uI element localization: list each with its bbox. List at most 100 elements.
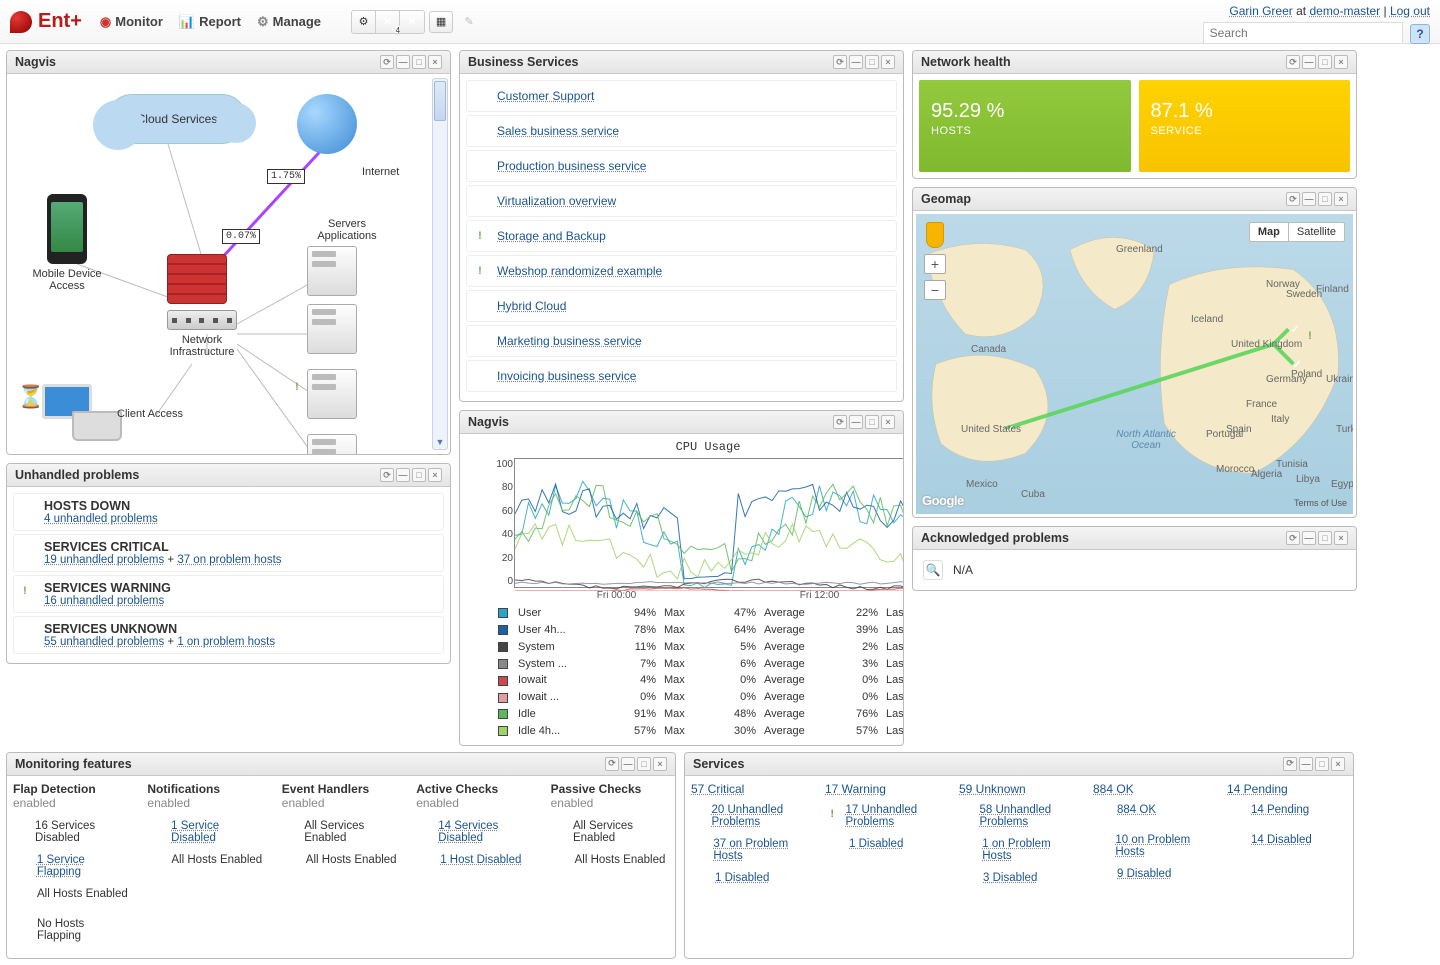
feature-link[interactable]: 14 Services Disabled xyxy=(438,820,534,844)
widget-close[interactable]: × xyxy=(1331,757,1345,771)
nav-report[interactable]: 📊Report xyxy=(179,14,241,30)
widget-min[interactable]: — xyxy=(621,757,635,771)
widget-max[interactable]: □ xyxy=(865,55,879,69)
problem-link[interactable]: 16 unhandled problems xyxy=(44,595,164,607)
widget-min[interactable]: — xyxy=(849,415,863,429)
service-link[interactable]: Webshop randomized example xyxy=(497,264,662,278)
services-header-link[interactable]: 59 Unknown xyxy=(959,782,1026,796)
service-stat-link[interactable]: 884 OK xyxy=(1117,804,1156,816)
widget-refresh[interactable]: ⟳ xyxy=(833,55,847,69)
widget-refresh[interactable]: ⟳ xyxy=(605,757,619,771)
services-header-link[interactable]: 17 Warning xyxy=(825,782,886,796)
service-link[interactable]: Customer Support xyxy=(497,89,594,103)
problem-link[interactable]: 37 on problem hosts xyxy=(177,554,281,566)
pegman-icon[interactable] xyxy=(926,222,944,248)
service-stat-link[interactable]: 1 on Problem Hosts xyxy=(982,838,1079,862)
services-header-link[interactable]: 14 Pending xyxy=(1227,782,1288,796)
terms-link[interactable]: Terms of Use xyxy=(1294,498,1347,508)
search-icon[interactable]: 🔍 xyxy=(923,560,943,580)
service-link[interactable]: Storage and Backup xyxy=(497,229,606,243)
nav-monitor[interactable]: ◉Monitor xyxy=(100,14,163,30)
tb-wand[interactable]: ✎ xyxy=(457,11,481,33)
widget-close[interactable]: × xyxy=(428,55,442,69)
widget-refresh[interactable]: ⟳ xyxy=(1286,192,1300,206)
problem-link[interactable]: 55 unhandled problems xyxy=(44,636,164,648)
widget-max[interactable]: □ xyxy=(412,468,426,482)
widget-min[interactable]: — xyxy=(1302,192,1316,206)
feature-link[interactable]: 1 Host Disabled xyxy=(440,854,521,866)
widget-close[interactable]: × xyxy=(1334,192,1348,206)
service-stat-link[interactable]: 14 Pending xyxy=(1251,804,1309,816)
feature-link[interactable]: 1 Service Disabled xyxy=(171,820,266,844)
scrollbar[interactable]: ▲▼ xyxy=(432,78,448,450)
zoom-in[interactable]: + xyxy=(924,254,946,274)
service-stat-link[interactable]: 3 Disabled xyxy=(983,872,1037,884)
services-header-link[interactable]: 57 Critical xyxy=(691,782,744,796)
service-link[interactable]: Virtualization overview xyxy=(497,194,616,208)
service-link[interactable]: Hybrid Cloud xyxy=(497,299,566,313)
widget-max[interactable]: □ xyxy=(1318,55,1332,69)
service-link[interactable]: Sales business service xyxy=(497,124,619,138)
widget-max[interactable]: □ xyxy=(637,757,651,771)
zoom-out[interactable]: − xyxy=(924,280,946,300)
service-stat-link[interactable]: 20 Unhandled Problems xyxy=(712,804,811,828)
service-stat-link[interactable]: 10 on Problem Hosts xyxy=(1115,834,1213,858)
tb-settings[interactable]: ⚙ xyxy=(352,11,376,33)
tb-grid[interactable]: ▦ xyxy=(429,11,453,33)
widget-close[interactable]: × xyxy=(1334,531,1348,545)
widget-min[interactable]: — xyxy=(396,468,410,482)
widget-close[interactable]: × xyxy=(881,415,895,429)
widget-refresh[interactable]: ⟳ xyxy=(380,55,394,69)
service-stat-link[interactable]: 58 Unhandled Problems xyxy=(980,804,1079,828)
nav-manage[interactable]: ⚙Manage xyxy=(257,14,321,30)
widget-min[interactable]: — xyxy=(849,55,863,69)
map-marker-warn[interactable] xyxy=(1301,326,1319,346)
brand-logo[interactable]: Ent+ xyxy=(10,10,82,33)
widget-refresh[interactable]: ⟳ xyxy=(1286,55,1300,69)
logout-link[interactable]: Log out xyxy=(1390,4,1430,18)
service-stat-link[interactable]: 17 Unhandled Problems xyxy=(846,804,945,828)
feature-link[interactable]: 1 Service Flapping xyxy=(37,854,132,878)
widget-max[interactable]: □ xyxy=(865,415,879,429)
widget-min[interactable]: — xyxy=(1302,55,1316,69)
service-stat-link[interactable]: 37 on Problem Hosts xyxy=(713,838,811,862)
user-link[interactable]: Garin Greer xyxy=(1229,4,1292,18)
service-stat-link[interactable]: 9 Disabled xyxy=(1117,868,1171,880)
health-hosts-tile[interactable]: 95.29 % HOSTS xyxy=(919,80,1131,172)
map-type-map[interactable]: Map xyxy=(1250,223,1288,241)
host-link[interactable]: demo-master xyxy=(1309,4,1380,18)
widget-min[interactable]: — xyxy=(1299,757,1313,771)
widget-min[interactable]: — xyxy=(396,55,410,69)
topology-canvas[interactable]: Cloud Services Internet 1.75% 0.07% Mobi… xyxy=(7,74,450,454)
services-header-link[interactable]: 884 OK xyxy=(1093,782,1134,796)
widget-refresh[interactable]: ⟳ xyxy=(1286,531,1300,545)
geomap-canvas[interactable]: GreenlandIcelandNorwaySwedenFinlandUnite… xyxy=(916,214,1353,514)
map-type-satellite[interactable]: Satellite xyxy=(1288,223,1344,241)
widget-close[interactable]: × xyxy=(881,55,895,69)
help-button[interactable]: ? xyxy=(1410,24,1430,44)
widget-max[interactable]: □ xyxy=(1315,757,1329,771)
problem-link[interactable]: 19 unhandled problems xyxy=(44,554,164,566)
problem-link[interactable]: 1 on problem hosts xyxy=(177,636,275,648)
widget-close[interactable]: × xyxy=(428,468,442,482)
widget-refresh[interactable]: ⟳ xyxy=(1283,757,1297,771)
service-stat-link[interactable]: 14 Disabled xyxy=(1251,834,1312,846)
service-stat-link[interactable]: 1 Disabled xyxy=(849,838,903,850)
service-stat-link[interactable]: 1 Disabled xyxy=(715,872,769,884)
service-link[interactable]: Production business service xyxy=(497,159,646,173)
problem-link[interactable]: 4 unhandled problems xyxy=(44,513,158,525)
widget-close[interactable]: × xyxy=(1334,55,1348,69)
widget-max[interactable]: □ xyxy=(412,55,426,69)
widget-refresh[interactable]: ⟳ xyxy=(380,468,394,482)
search-input[interactable] xyxy=(1203,22,1403,44)
service-link[interactable]: Invoicing business service xyxy=(497,369,636,383)
tb-alerts-2[interactable] xyxy=(400,11,424,33)
widget-refresh[interactable]: ⟳ xyxy=(833,415,847,429)
service-link[interactable]: Marketing business service xyxy=(497,334,642,348)
health-service-tile[interactable]: 87.1 % SERVICE xyxy=(1139,80,1351,172)
widget-max[interactable]: □ xyxy=(1318,192,1332,206)
tb-alerts[interactable]: 4 xyxy=(376,11,400,33)
widget-min[interactable]: — xyxy=(1302,531,1316,545)
widget-close[interactable]: × xyxy=(653,757,667,771)
widget-max[interactable]: □ xyxy=(1318,531,1332,545)
